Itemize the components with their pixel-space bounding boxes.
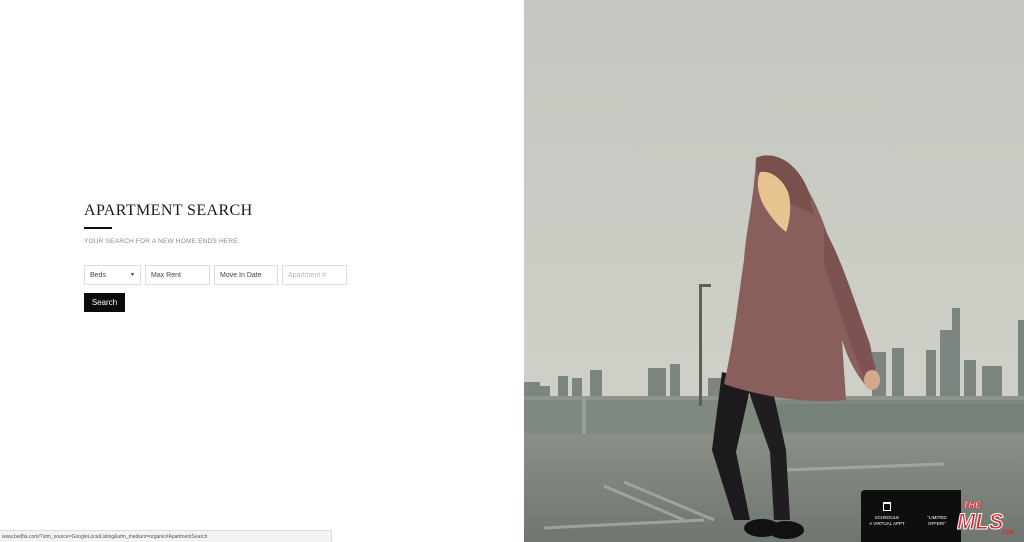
limited-offer-line2: OFFER!" bbox=[927, 521, 947, 526]
beds-select[interactable]: Beds ▼ bbox=[84, 265, 141, 285]
move-in-date-input[interactable]: Move In Date bbox=[214, 265, 278, 285]
logo-mls-text: MLS bbox=[957, 509, 1004, 534]
schedule-virtual-appt-button[interactable]: SCHEDULE A VIRTUAL APPT bbox=[865, 502, 909, 527]
hero-photo bbox=[524, 0, 1024, 542]
beds-select-label: Beds bbox=[90, 271, 106, 279]
limited-offer-button[interactable]: "LIMITED OFFER!" bbox=[915, 502, 959, 527]
schedule-label-line2: A VIRTUAL APPT bbox=[869, 521, 905, 526]
left-panel: APARTMENT SEARCH YOUR SEARCH FOR A NEW H… bbox=[0, 0, 524, 542]
logo-com-text: .COM bbox=[1001, 530, 1014, 536]
page-subtitle: YOUR SEARCH FOR A NEW HOME ENDS HERE bbox=[84, 238, 238, 245]
chevron-down-icon: ▼ bbox=[130, 272, 135, 278]
filter-row: Beds ▼ Max Rent Move In Date Apartment # bbox=[84, 265, 384, 285]
page-title: APARTMENT SEARCH bbox=[84, 202, 253, 219]
calendar-icon bbox=[883, 502, 891, 511]
apartment-number-input[interactable]: Apartment # bbox=[282, 265, 347, 285]
search-button[interactable]: Search bbox=[84, 293, 125, 312]
the-mls-logo[interactable]: THE MLS .COM bbox=[955, 496, 1017, 536]
hero-photo-illustration bbox=[524, 0, 1024, 542]
status-bar-url: www.bedfia.com/?utm_source=GoogleLocalLi… bbox=[0, 530, 332, 542]
apartment-search-form: APARTMENT SEARCH YOUR SEARCH FOR A NEW H… bbox=[84, 202, 384, 312]
cta-panel: SCHEDULE A VIRTUAL APPT "LIMITED OFFER!" bbox=[861, 490, 961, 542]
max-rent-input[interactable]: Max Rent bbox=[145, 265, 210, 285]
title-underline bbox=[84, 227, 112, 229]
